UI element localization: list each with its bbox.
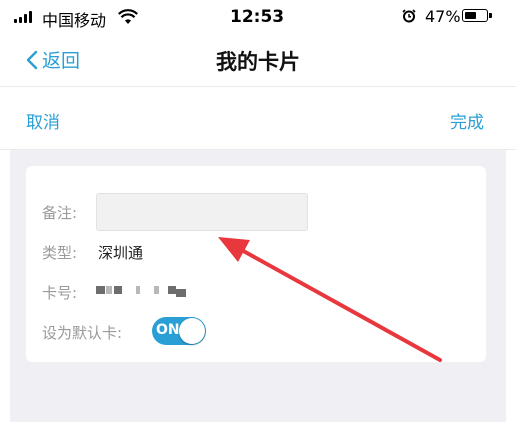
toggle-on-text: ON [156, 322, 180, 338]
battery-icon [462, 9, 492, 22]
default-card-label: 设为默认卡: [42, 324, 123, 342]
status-bar: 中国移动 12:53 47% [0, 0, 516, 34]
back-button[interactable]: 返回 [26, 46, 80, 73]
back-label: 返回 [42, 50, 81, 72]
card-number-label: 卡号: [42, 284, 78, 302]
nav-bar: 返回 我的卡片 [0, 34, 516, 86]
type-value: 深圳通 [98, 244, 144, 262]
signal-icon [14, 11, 36, 23]
remark-label: 备注: [42, 204, 78, 222]
battery-percent: 47% [425, 7, 461, 26]
alarm-icon [402, 9, 416, 23]
card-number-masked [96, 282, 188, 298]
toggle-knob [179, 318, 205, 344]
clock-time: 12:53 [230, 7, 285, 27]
remark-input[interactable] [96, 193, 308, 231]
chevron-left-icon [26, 50, 38, 69]
done-button[interactable]: 完成 [450, 108, 484, 133]
wifi-icon [118, 9, 138, 24]
type-label: 类型: [42, 244, 78, 262]
action-bar: 取消 完成 [0, 86, 516, 150]
carrier-name: 中国移动 [42, 11, 107, 30]
cancel-button[interactable]: 取消 [26, 108, 60, 133]
default-card-toggle[interactable]: ON [152, 317, 206, 345]
